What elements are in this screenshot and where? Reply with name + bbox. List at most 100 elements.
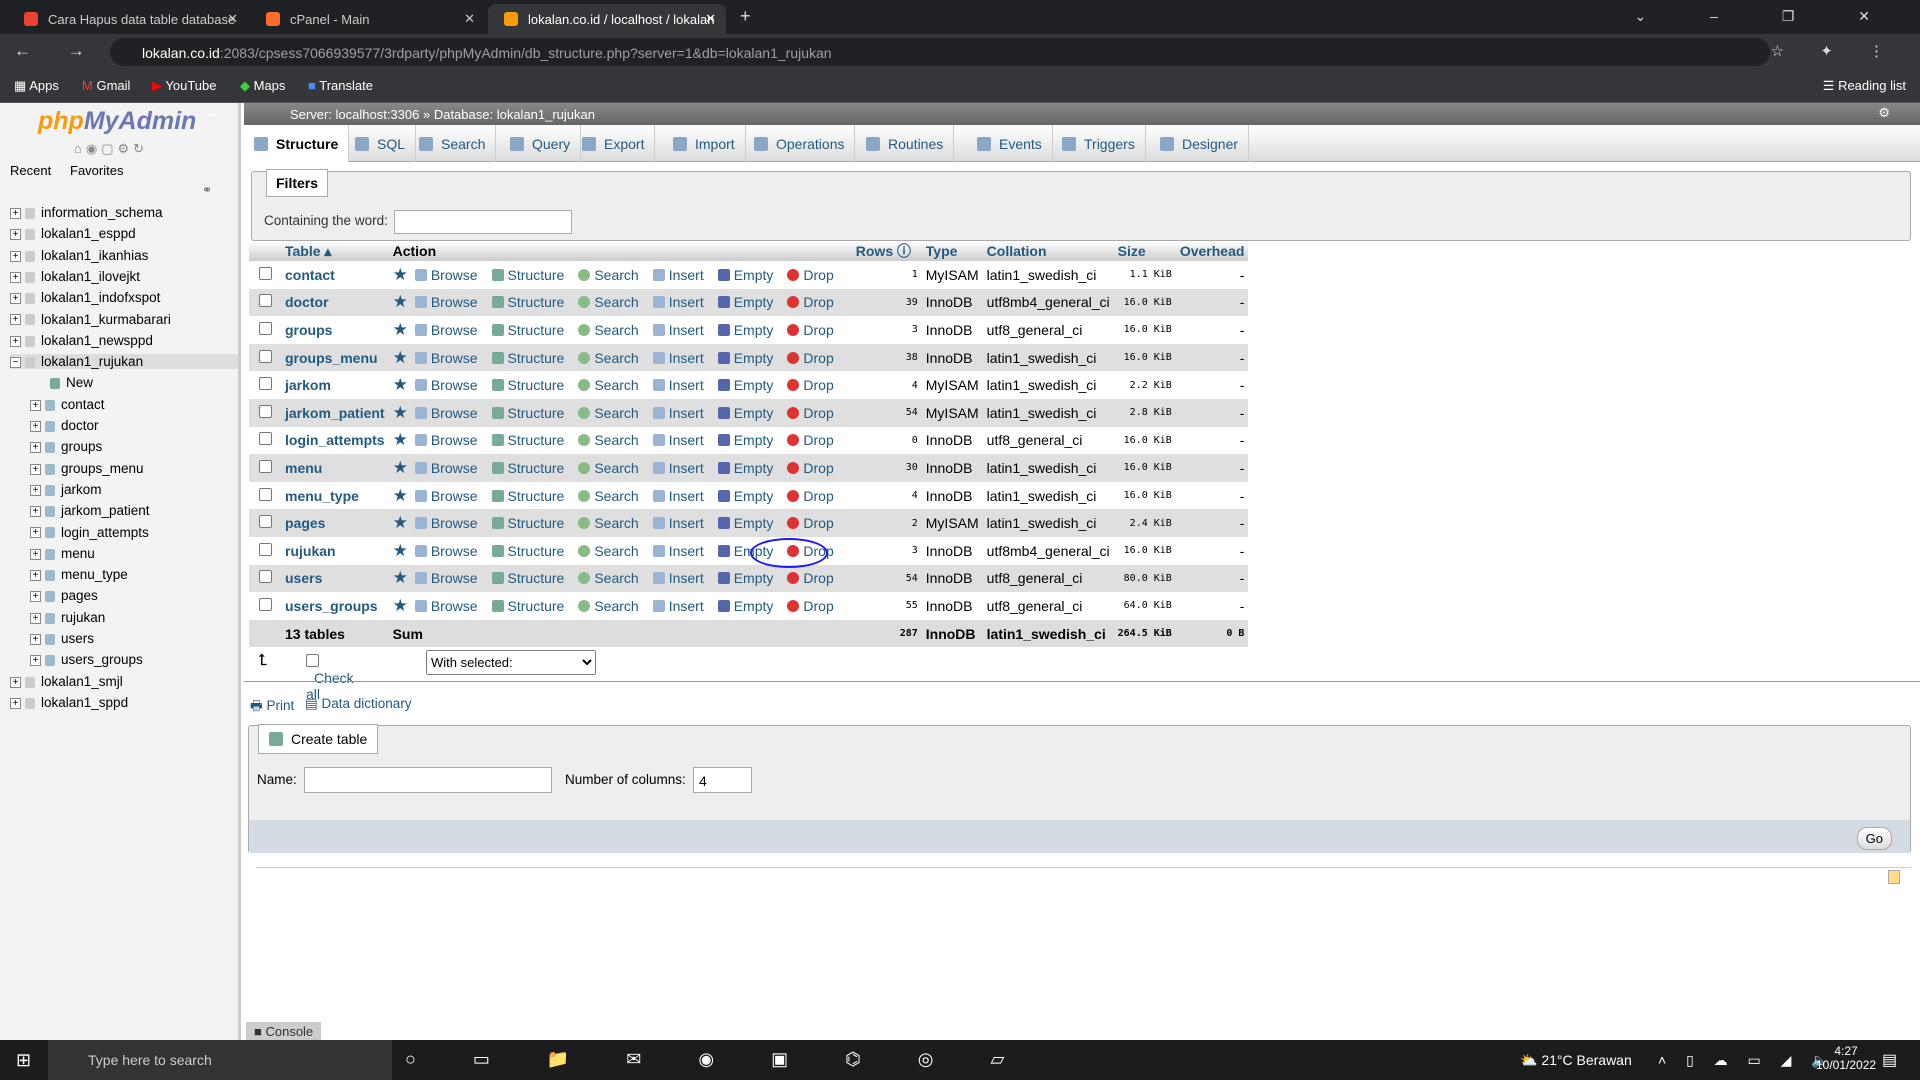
row-checkbox[interactable]: [259, 570, 272, 583]
row-checkbox[interactable]: [259, 377, 272, 390]
size-header[interactable]: Size: [1114, 241, 1176, 261]
close-icon[interactable]: ✕: [464, 11, 475, 27]
drop-action[interactable]: Drop: [787, 377, 840, 393]
go-button[interactable]: Go: [1857, 827, 1892, 850]
drop-action[interactable]: Drop: [787, 322, 840, 338]
row-checkbox[interactable]: [259, 460, 272, 473]
sidebar-table[interactable]: +jarkom: [30, 482, 102, 497]
sidebar-db[interactable]: +information_schema: [10, 205, 163, 220]
tab-events[interactable]: Events: [967, 125, 1053, 162]
filter-input[interactable]: [394, 210, 572, 234]
browse-action[interactable]: Browse: [415, 570, 485, 586]
favorite-star-icon[interactable]: ★: [393, 320, 408, 339]
empty-action[interactable]: Empty: [718, 598, 781, 614]
insert-action[interactable]: Insert: [653, 267, 711, 283]
windows-start-icon[interactable]: ⊞: [16, 1050, 31, 1071]
size[interactable]: 2.4 KiB: [1114, 509, 1176, 537]
empty-action[interactable]: Empty: [718, 488, 781, 504]
structure-action[interactable]: Structure: [492, 570, 572, 586]
sidebar-db[interactable]: +lokalan1_kurmabarari: [10, 312, 171, 327]
size[interactable]: 16.0 KiB: [1114, 289, 1176, 317]
sidebar-table[interactable]: +menu: [30, 546, 95, 561]
sidebar-db[interactable]: +lokalan1_smjl: [10, 674, 123, 689]
collation-header[interactable]: Collation: [983, 241, 1114, 261]
row-checkbox[interactable]: [259, 543, 272, 556]
structure-action[interactable]: Structure: [492, 294, 572, 310]
empty-action[interactable]: Empty: [718, 377, 781, 393]
empty-action[interactable]: Empty: [718, 460, 781, 476]
tab-designer[interactable]: Designer: [1150, 125, 1249, 162]
insert-action[interactable]: Insert: [653, 543, 711, 559]
search-action[interactable]: Search: [578, 598, 645, 614]
favorite-star-icon[interactable]: ★: [393, 375, 408, 394]
row-checkbox[interactable]: [259, 405, 272, 418]
browse-action[interactable]: Browse: [415, 432, 485, 448]
type-header[interactable]: Type: [922, 241, 983, 261]
table-name-link[interactable]: users: [285, 570, 322, 586]
create-table-button[interactable]: Create table: [258, 724, 378, 754]
row-checkbox[interactable]: [259, 488, 272, 501]
browse-action[interactable]: Browse: [415, 515, 485, 531]
sidebar-table[interactable]: +users: [30, 631, 94, 646]
size[interactable]: 16.0 KiB: [1114, 344, 1176, 372]
search-action[interactable]: Search: [578, 350, 645, 366]
row-checkbox[interactable]: [259, 267, 272, 280]
bookmark-youtube[interactable]: ▶ YouTube: [152, 78, 216, 94]
table-name-link[interactable]: pages: [285, 515, 325, 531]
browse-action[interactable]: Browse: [415, 350, 485, 366]
tab-triggers[interactable]: Triggers: [1052, 125, 1146, 162]
search-action[interactable]: Search: [578, 432, 645, 448]
favorite-star-icon[interactable]: ★: [393, 486, 408, 505]
console-toggle[interactable]: ■ Console: [246, 1022, 321, 1041]
empty-action[interactable]: Empty: [718, 432, 781, 448]
table-name-link[interactable]: contact: [285, 267, 335, 283]
insert-action[interactable]: Insert: [653, 598, 711, 614]
insert-action[interactable]: Insert: [653, 377, 711, 393]
sidebar-db[interactable]: +lokalan1_newsppd: [10, 333, 153, 348]
search-action[interactable]: Search: [578, 322, 645, 338]
structure-action[interactable]: Structure: [492, 488, 572, 504]
drop-action[interactable]: Drop: [787, 405, 840, 421]
search-action[interactable]: Search: [578, 460, 645, 476]
size[interactable]: 16.0 KiB: [1114, 537, 1176, 565]
overhead-header[interactable]: Overhead: [1176, 241, 1249, 261]
insert-action[interactable]: Insert: [653, 405, 711, 421]
table-name-link[interactable]: doctor: [285, 294, 329, 310]
favorites-tab[interactable]: Favorites: [70, 163, 123, 178]
insert-action[interactable]: Insert: [653, 570, 711, 586]
browse-action[interactable]: Browse: [415, 294, 485, 310]
data-dictionary-link[interactable]: ▤ Data dictionary: [305, 696, 412, 712]
browse-action[interactable]: Browse: [415, 322, 485, 338]
sidebar-table[interactable]: +pages: [30, 588, 98, 603]
drop-action[interactable]: Drop: [787, 432, 840, 448]
structure-action[interactable]: Structure: [492, 322, 572, 338]
row-checkbox[interactable]: [259, 515, 272, 528]
drop-action[interactable]: Drop: [787, 598, 840, 614]
favorite-star-icon[interactable]: ★: [393, 348, 408, 367]
browse-action[interactable]: Browse: [415, 488, 485, 504]
with-selected-select[interactable]: With selected:: [426, 650, 596, 675]
drop-action[interactable]: Drop: [787, 294, 840, 310]
structure-action[interactable]: Structure: [492, 460, 572, 476]
link-icon[interactable]: ⚭: [202, 183, 212, 197]
structure-action[interactable]: Structure: [492, 598, 572, 614]
row-checkbox[interactable]: [259, 294, 272, 307]
bookmark-maps[interactable]: ◆ Maps: [240, 78, 285, 94]
sidebar-table[interactable]: +groups_menu: [30, 461, 144, 476]
browser-tab[interactable]: Cara Hapus data table database✕: [8, 4, 248, 34]
table-name-link[interactable]: menu_type: [285, 488, 359, 504]
sidebar-db[interactable]: +lokalan1_esppd: [10, 226, 136, 241]
table-name-link[interactable]: jarkom_patient: [285, 405, 385, 421]
page-settings-icon[interactable]: [1888, 870, 1900, 884]
favorite-star-icon[interactable]: ★: [393, 292, 408, 311]
insert-action[interactable]: Insert: [653, 432, 711, 448]
size[interactable]: 1.1 KiB: [1114, 261, 1176, 289]
sidebar-db[interactable]: +lokalan1_sppd: [10, 695, 128, 710]
browse-action[interactable]: Browse: [415, 267, 485, 283]
tray-icons[interactable]: ˄ ▯ ☁ ▭ ◢ 🔈: [1658, 1052, 1837, 1069]
collapse-icon[interactable]: ←: [206, 105, 219, 120]
sidebar-table[interactable]: +menu_type: [30, 567, 128, 582]
structure-action[interactable]: Structure: [492, 432, 572, 448]
favorite-star-icon[interactable]: ★: [393, 513, 408, 532]
clock[interactable]: 4:2710/01/2022: [1816, 1044, 1876, 1072]
